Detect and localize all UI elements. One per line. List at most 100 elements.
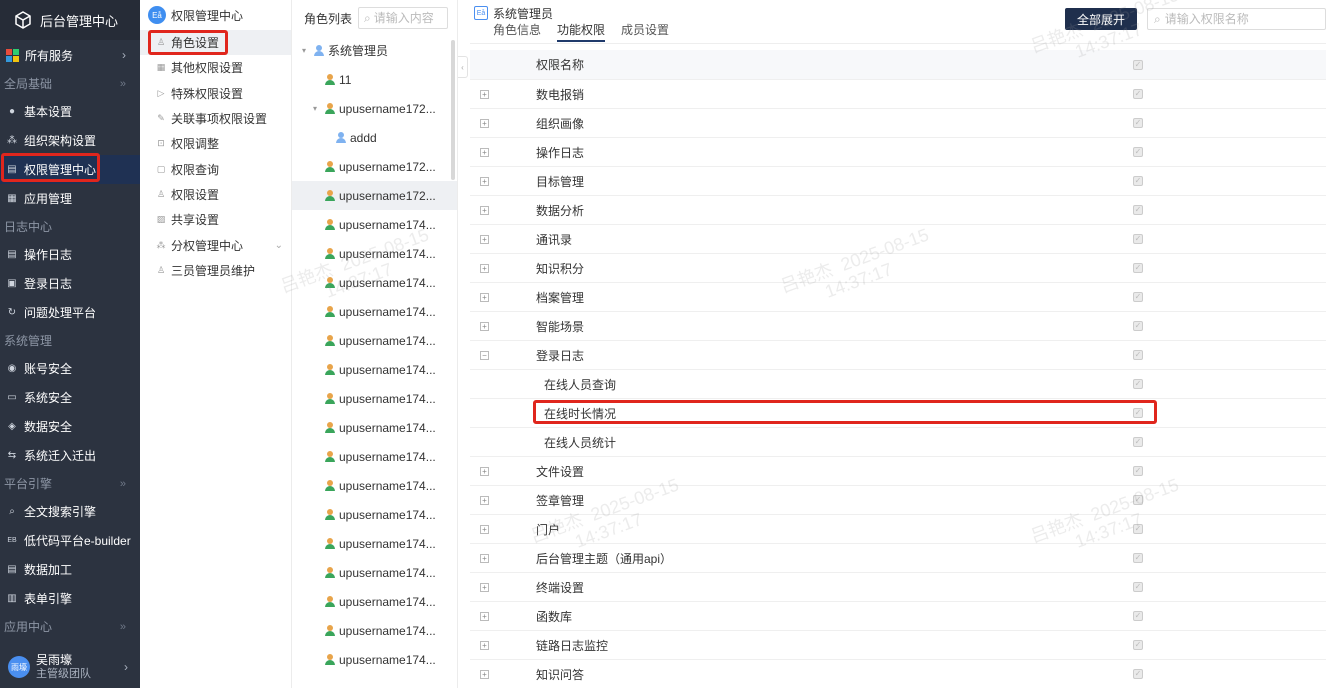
perm-checkbox[interactable]: ✓ [1133,118,1143,128]
role-item[interactable]: upusername172... [292,152,457,181]
section-log[interactable]: 日志中心 [0,213,140,240]
role-tree-root[interactable]: ▾ 系统管理员 [292,36,457,65]
perm-checkbox[interactable]: ✓ [1133,321,1143,331]
collapse-minus-icon[interactable]: − [480,350,489,360]
role-item[interactable]: upusername174... [292,442,457,471]
tab-member-settings[interactable]: 成员设置 [621,21,669,42]
role-item[interactable]: ▾ upusername172... [292,94,457,123]
role-search-input[interactable] [373,11,444,25]
expand-plus-icon[interactable]: + [480,669,489,679]
submenu-item-perm-query[interactable]: ▢ 权限查询 [140,156,291,181]
submenu-item-other-perm[interactable]: ▦ 其他权限设置 [140,55,291,80]
perm-checkbox[interactable]: ✓ [1133,669,1143,679]
submenu-item-share[interactable]: ▨ 共享设置 [140,207,291,232]
perm-checkbox[interactable]: ✓ [1133,553,1143,563]
role-item[interactable]: upusername174... [292,326,457,355]
tab-role-info[interactable]: 角色信息 [493,21,541,42]
role-item[interactable]: upusername174... [292,645,457,674]
role-item[interactable]: upusername174... [292,471,457,500]
perm-checkbox[interactable]: ✓ [1133,292,1143,302]
expand-plus-icon[interactable]: + [480,205,489,215]
role-item[interactable]: addd [292,123,457,152]
sidebar-item-sys-sec[interactable]: ▭ 系统安全 [0,383,140,412]
sidebar-item-basic[interactable]: ● 基本设置 [0,97,140,126]
expand-plus-icon[interactable]: + [480,234,489,244]
submenu-item-decentral[interactable]: ⁂ 分权管理中心 ⌄ [140,232,291,257]
expand-all-button[interactable]: 全部展开 [1065,8,1137,30]
sidebar-item-app-mgmt[interactable]: ▦ 应用管理 [0,184,140,213]
sidebar-item-migrate[interactable]: ⇆ 系统迁入迁出 [0,441,140,470]
section-system[interactable]: 系统管理 [0,327,140,354]
perm-checkbox[interactable]: ✓ [1133,582,1143,592]
perm-checkbox[interactable]: ✓ [1133,611,1143,621]
role-item[interactable]: upusername174... [292,500,457,529]
section-global[interactable]: 全局基础 » [0,70,140,97]
perm-checkbox[interactable]: ✓ [1133,350,1143,360]
tab-function-perm[interactable]: 功能权限 [557,21,606,42]
role-item[interactable]: upusername174... [292,297,457,326]
sidebar-item-lowcode[interactable]: EB 低代码平台e-builder [0,526,140,555]
role-item[interactable]: upusername174... [292,413,457,442]
role-item[interactable]: upusername174... [292,355,457,384]
role-item[interactable]: upusername174... [292,558,457,587]
perm-checkbox[interactable]: ✓ [1133,205,1143,215]
role-item[interactable]: upusername174... [292,587,457,616]
perm-checkbox[interactable]: ✓ [1133,147,1143,157]
perm-checkbox[interactable]: ✓ [1133,495,1143,505]
perm-checkbox[interactable]: ✓ [1133,89,1143,99]
sidebar-item-login-log[interactable]: ▣ 登录日志 [0,269,140,298]
role-item[interactable]: upusername174... [292,210,457,239]
perm-checkbox[interactable]: ✓ [1133,176,1143,186]
perm-checkbox[interactable]: ✓ [1133,234,1143,244]
role-item[interactable]: 11 [292,65,457,94]
section-engine[interactable]: 平台引擎 » [0,470,140,497]
expand-plus-icon[interactable]: + [480,466,489,476]
role-item[interactable]: upusername174... [292,239,457,268]
select-all-checkbox[interactable]: ✓ [1133,59,1143,70]
sidebar-item-org[interactable]: ⁂ 组织架构设置 [0,126,140,155]
submenu-item-three-admins[interactable]: ♙ 三员管理员维护 [140,258,291,283]
submenu-item-perm-settings[interactable]: ♙ 权限设置 [140,182,291,207]
submenu-item-perm-adjust[interactable]: ⊡ 权限调整 [140,131,291,156]
sidebar-item-op-log[interactable]: ▤ 操作日志 [0,240,140,269]
expand-plus-icon[interactable]: + [480,553,489,563]
role-item[interactable]: upusername174... [292,529,457,558]
role-list-collapse-toggle[interactable]: ‹ [458,56,468,78]
expand-plus-icon[interactable]: + [480,611,489,621]
sidebar-item-data-proc[interactable]: ▤ 数据加工 [0,555,140,584]
submenu-item-related-perm[interactable]: ✎ 关联事项权限设置 [140,106,291,131]
user-profile[interactable]: 雨壕 吴雨壕 主管级团队 › [0,646,140,688]
role-item[interactable]: upusername174... [292,268,457,297]
role-item[interactable]: upusername172... [292,181,457,210]
expand-plus-icon[interactable]: + [480,495,489,505]
sidebar-item-form-engine[interactable]: ▥ 表单引擎 [0,584,140,613]
expand-plus-icon[interactable]: + [480,118,489,128]
expand-plus-icon[interactable]: + [480,89,489,99]
sidebar-item-perm-center[interactable]: ▤ 权限管理中心 [0,155,140,184]
section-apps[interactable]: 应用中心 » [0,613,140,640]
expand-plus-icon[interactable]: + [480,292,489,302]
expand-plus-icon[interactable]: + [480,176,489,186]
submenu-item-special-perm[interactable]: ▷ 特殊权限设置 [140,81,291,106]
sidebar-item-issue[interactable]: ↻ 问题处理平台 [0,298,140,327]
perm-checkbox[interactable]: ✓ [1133,640,1143,650]
perm-checkbox[interactable]: ✓ [1133,408,1143,418]
perm-checkbox[interactable]: ✓ [1133,263,1143,273]
role-item[interactable]: upusername174... [292,384,457,413]
perm-checkbox[interactable]: ✓ [1133,379,1143,389]
perm-checkbox[interactable]: ✓ [1133,437,1143,447]
expand-plus-icon[interactable]: + [480,582,489,592]
perm-checkbox[interactable]: ✓ [1133,524,1143,534]
perm-search-input[interactable] [1164,12,1315,26]
sidebar-item-fulltext[interactable]: ⌕ 全文搜索引擎 [0,497,140,526]
role-list-scrollbar[interactable] [451,40,455,180]
expand-plus-icon[interactable]: + [480,263,489,273]
sidebar-item-data-sec[interactable]: ◈ 数据安全 [0,412,140,441]
expand-plus-icon[interactable]: + [480,147,489,157]
all-services-button[interactable]: 所有服务 › [0,40,140,70]
sidebar-item-account-sec[interactable]: ◉ 账号安全 [0,354,140,383]
perm-checkbox[interactable]: ✓ [1133,466,1143,476]
expand-plus-icon[interactable]: + [480,640,489,650]
expand-plus-icon[interactable]: + [480,321,489,331]
submenu-item-role-settings[interactable]: ♙ 角色设置 [140,30,291,56]
